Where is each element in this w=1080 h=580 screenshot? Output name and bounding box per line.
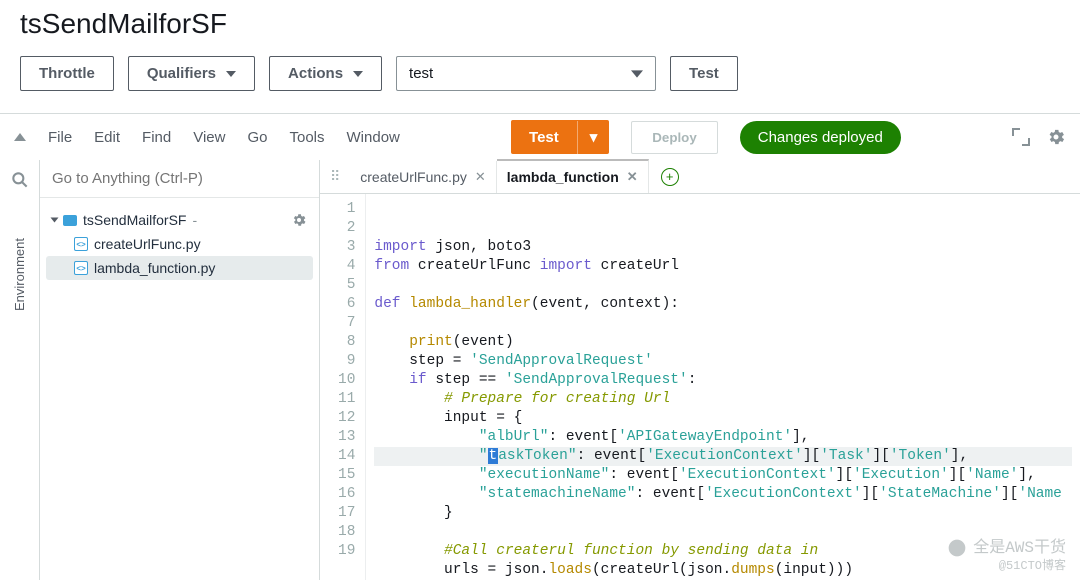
editor-tab[interactable]: lambda_function ✕ (497, 159, 649, 193)
ide: File Edit Find View Go Tools Window Test… (0, 113, 1080, 580)
action-bar: Throttle Qualifiers Actions test Test (0, 56, 1080, 113)
line-gutter: 12345678910111213141516171819 (320, 194, 366, 580)
code-content[interactable]: import json, boto3from createUrlFunc imp… (366, 194, 1080, 580)
side-rail: Environment (0, 160, 40, 580)
python-file-icon: <> (74, 237, 88, 251)
watermark-text: 全是AWS干货 (973, 539, 1066, 558)
tree-file[interactable]: <> lambda_function.py (46, 256, 313, 280)
page-title: tsSendMailforSF (0, 0, 1080, 56)
search-icon[interactable] (10, 170, 30, 190)
caret-down-icon (353, 69, 363, 79)
tree-file-label: lambda_function.py (94, 260, 215, 276)
collapse-icon[interactable] (14, 133, 26, 141)
test-event-value: test (409, 65, 433, 82)
tree-root-label: tsSendMailforSF (83, 212, 186, 228)
gear-icon[interactable] (291, 212, 307, 228)
menu-find[interactable]: Find (142, 129, 171, 146)
test-event-select[interactable]: test (396, 56, 656, 91)
fullscreen-icon[interactable] (1012, 128, 1030, 146)
menu-tools[interactable]: Tools (289, 129, 324, 146)
qualifiers-label: Qualifiers (147, 65, 216, 82)
menu-file[interactable]: File (48, 129, 72, 146)
menu-edit[interactable]: Edit (94, 129, 120, 146)
tree-file-label: createUrlFunc.py (94, 236, 201, 252)
watermark-sub: @51CTO博客 (999, 557, 1066, 576)
menu-go[interactable]: Go (247, 129, 267, 146)
wechat-icon (947, 538, 967, 558)
qualifiers-button[interactable]: Qualifiers (128, 56, 255, 91)
menu-window[interactable]: Window (347, 129, 400, 146)
ide-test-label: Test (511, 121, 578, 154)
drag-handle-icon[interactable]: ⠿ (320, 168, 350, 185)
ide-menu-bar: File Edit Find View Go Tools Window Test… (0, 114, 1080, 160)
new-tab-button[interactable]: + (661, 168, 679, 186)
tree-root[interactable]: tsSendMailforSF - (46, 208, 313, 232)
ide-test-button[interactable]: Test ▾ (511, 120, 609, 154)
tab-bar: ⠿ createUrlFunc.py ✕ lambda_function ✕ + (320, 160, 1080, 194)
caret-down-icon (631, 68, 643, 80)
code-area[interactable]: 12345678910111213141516171819 import jso… (320, 194, 1080, 580)
tab-label: createUrlFunc.py (360, 169, 467, 185)
environment-tab[interactable]: Environment (12, 238, 27, 311)
deploy-status: Changes deployed (740, 121, 901, 154)
dash-icon: - (192, 212, 197, 228)
ide-test-dropdown[interactable]: ▾ (578, 120, 610, 154)
deploy-button[interactable]: Deploy (631, 121, 717, 154)
throttle-button[interactable]: Throttle (20, 56, 114, 91)
test-button[interactable]: Test (670, 56, 738, 91)
file-explorer: tsSendMailforSF - <> createUrlFunc.py <>… (40, 160, 320, 580)
python-file-icon: <> (74, 261, 88, 275)
gear-icon[interactable] (1046, 127, 1066, 147)
caret-down-icon (226, 69, 236, 79)
editor: ⠿ createUrlFunc.py ✕ lambda_function ✕ +… (320, 160, 1080, 580)
close-icon[interactable]: ✕ (475, 169, 486, 185)
editor-tab[interactable]: createUrlFunc.py ✕ (350, 161, 497, 193)
actions-label: Actions (288, 65, 343, 82)
close-icon[interactable]: ✕ (627, 169, 638, 185)
tab-label: lambda_function (507, 169, 619, 185)
tree-file[interactable]: <> createUrlFunc.py (46, 232, 313, 256)
chevron-down-icon (51, 218, 59, 223)
goto-input[interactable] (40, 160, 319, 198)
actions-button[interactable]: Actions (269, 56, 382, 91)
menu-view[interactable]: View (193, 129, 225, 146)
watermark: 全是AWS干货 (947, 538, 1066, 558)
folder-icon (63, 215, 77, 226)
